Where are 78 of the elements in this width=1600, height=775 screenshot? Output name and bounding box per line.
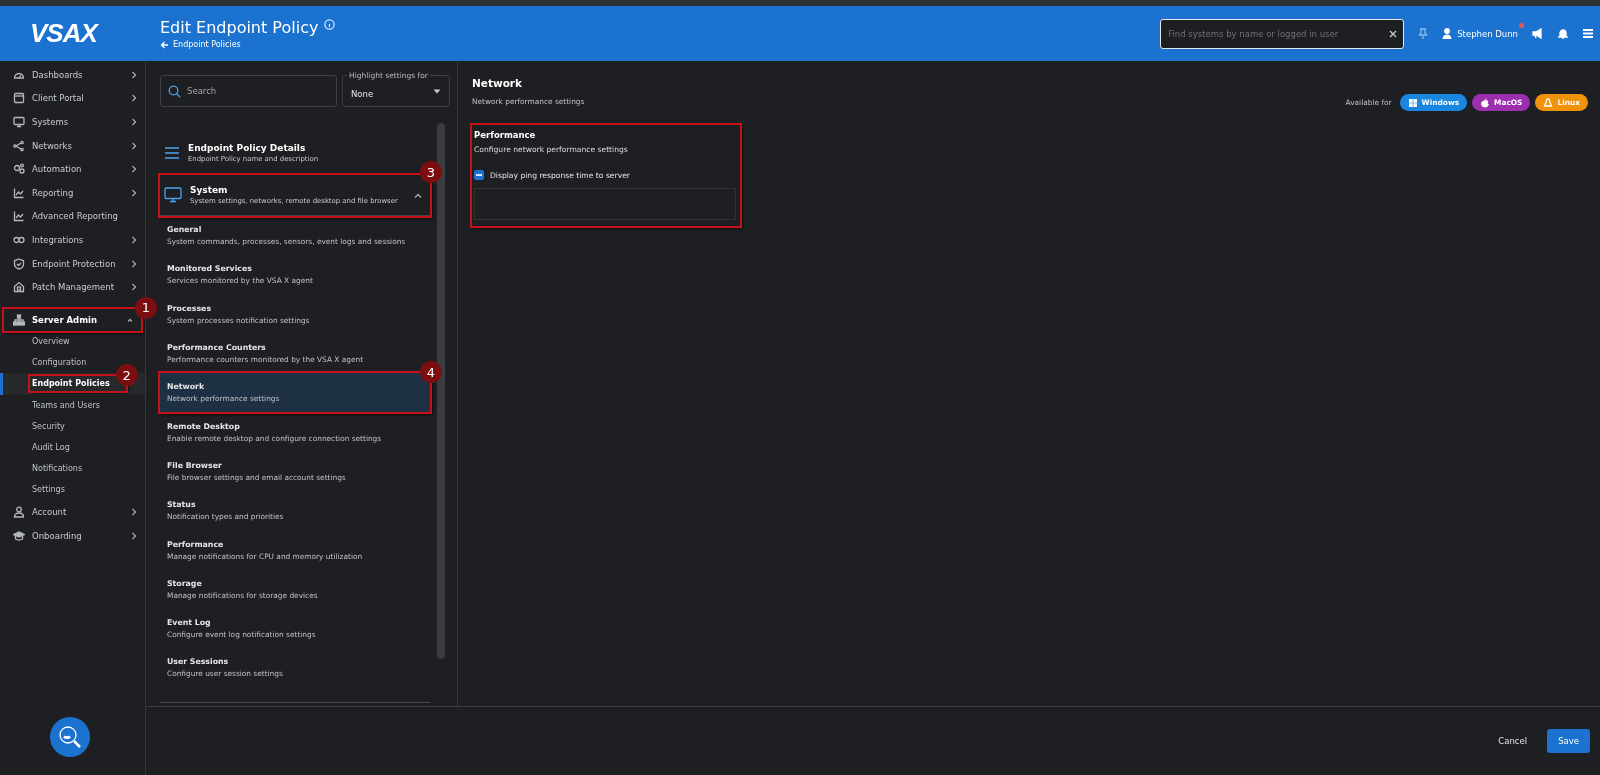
- megaphone-icon: [1532, 28, 1544, 39]
- sidebar-subitem[interactable]: Configuration: [30, 355, 89, 371]
- penguin-icon: [1543, 97, 1554, 108]
- chevron-right-icon: [131, 508, 137, 517]
- search-icon: [168, 85, 181, 98]
- section-title: System: [190, 185, 229, 195]
- window-icon: [13, 92, 25, 105]
- user-menu[interactable]: Stephen Dunn: [1442, 28, 1518, 39]
- house-icon: [13, 281, 25, 294]
- dropdown-caret-icon: [433, 88, 441, 94]
- sidebar-item[interactable]: Patch Management: [0, 275, 145, 299]
- bell-icon: [1558, 28, 1568, 39]
- pin-icon: [1418, 27, 1429, 40]
- sidebar-item[interactable]: Systems: [0, 110, 145, 134]
- callout-badge: 3: [420, 161, 442, 183]
- monitor-icon: [164, 187, 182, 203]
- graduation-cap-icon: [13, 529, 25, 542]
- save-button[interactable]: Save: [1547, 729, 1590, 753]
- chevron-right-icon: [131, 165, 137, 174]
- sidebar-subitem[interactable]: Settings: [30, 482, 67, 498]
- back-link[interactable]: Endpoint Policies: [160, 40, 336, 49]
- global-search-field[interactable]: Find systems by name or logged in user: [1160, 18, 1405, 49]
- sidebar-subitem[interactable]: Teams and Users: [30, 397, 102, 413]
- search-field[interactable]: Search: [160, 75, 337, 107]
- chevron-up-icon: [414, 192, 422, 198]
- gears-icon: [13, 163, 25, 176]
- sidebar-subitem[interactable]: Audit Log: [30, 439, 72, 455]
- checkbox[interactable]: [474, 170, 484, 180]
- sidebar-item[interactable]: Networks: [0, 133, 145, 158]
- chevron-right-icon: [131, 118, 137, 126]
- chevron-right-icon: [131, 531, 137, 540]
- shield-icon: [13, 257, 25, 270]
- cancel-button[interactable]: Cancel: [1494, 730, 1532, 752]
- sidebar-item[interactable]: Automation: [0, 157, 145, 181]
- search-icon: [57, 724, 83, 750]
- section-title: Endpoint Policy Details: [188, 143, 307, 153]
- info-icon: [324, 19, 336, 30]
- scrollbar[interactable]: [437, 123, 445, 659]
- menu-icon: [1582, 28, 1594, 39]
- sidebar-item[interactable]: Onboarding: [0, 524, 145, 548]
- sidebar-item[interactable]: Reporting: [0, 180, 145, 205]
- help-search-button[interactable]: [50, 717, 90, 757]
- callout-badge: 2: [115, 364, 138, 387]
- sidebar-item[interactable]: Dashboards: [0, 63, 145, 87]
- callout-badge: 1: [135, 296, 157, 319]
- chevron-right-icon: [131, 235, 137, 244]
- logo: VSAX: [29, 18, 100, 49]
- network-icon: [13, 139, 25, 152]
- person-icon: [13, 506, 25, 519]
- line-chart-icon: [13, 186, 25, 199]
- sidebar-subitem[interactable]: Notifications: [30, 461, 85, 477]
- sidebar-item[interactable]: Client Portal: [0, 86, 145, 111]
- sidebar-item[interactable]: Endpoint Protection: [0, 251, 145, 276]
- chevron-right-icon: [131, 259, 137, 268]
- windows-icon: [1407, 97, 1418, 108]
- chevron-right-icon: [131, 283, 137, 292]
- chevron-right-icon: [131, 141, 137, 150]
- hierarchy-icon: [13, 313, 25, 326]
- content-title: Network: [472, 77, 523, 89]
- person-icon: [1442, 28, 1453, 39]
- chevron-right-icon: [131, 94, 137, 103]
- arrow-left-icon: [160, 40, 169, 49]
- apple-icon: [1480, 97, 1491, 108]
- list-icon: [164, 146, 180, 160]
- sidebar-item[interactable]: Integrations: [0, 228, 145, 252]
- sidebar-subitem[interactable]: Overview: [30, 334, 72, 350]
- close-icon: [1389, 29, 1398, 38]
- sidebar-item[interactable]: Advanced Reporting: [0, 204, 145, 229]
- sidebar-subitem[interactable]: Security: [30, 418, 67, 434]
- monitor-icon: [13, 116, 25, 128]
- line-chart-icon: [13, 210, 25, 223]
- chevron-right-icon: [131, 188, 137, 197]
- callout-badge: 4: [420, 361, 442, 384]
- sidebar-item[interactable]: Account: [0, 500, 145, 525]
- page-title: Edit Endpoint Policy: [160, 18, 319, 37]
- selection-bar: [0, 373, 3, 395]
- card-title: Performance: [474, 130, 537, 140]
- chevron-right-icon: [131, 70, 137, 79]
